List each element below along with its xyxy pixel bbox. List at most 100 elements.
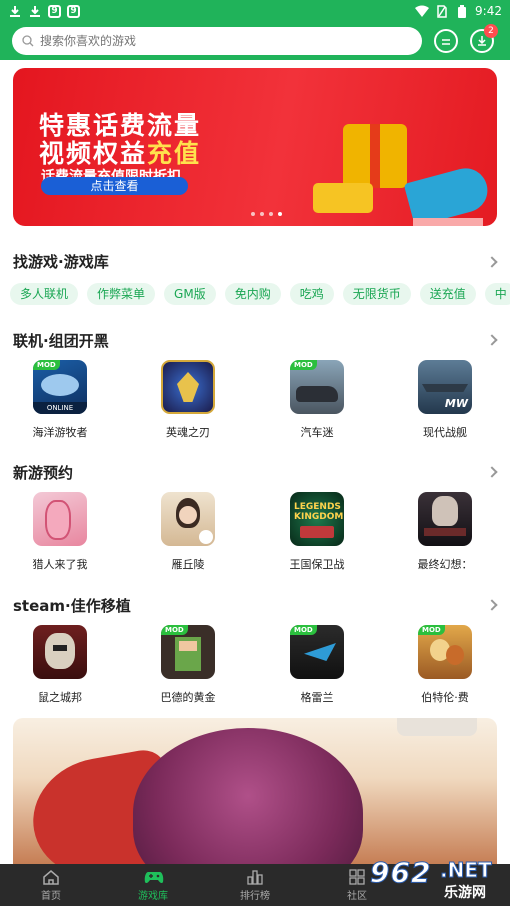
app-name: 伯特伦·费	[421, 691, 469, 704]
category-tags: 多人联机 作弊菜单 GM版 免内购 吃鸡 无限货币 送充值 中	[10, 283, 510, 305]
download-badge: 2	[484, 24, 498, 38]
app-item[interactable]: 英魂之刃	[143, 360, 233, 440]
banner-subheadline: 视频权益充值	[39, 134, 201, 170]
app-name: 最终幻想：	[417, 558, 473, 571]
section-title-upcoming[interactable]: 新游预约	[13, 462, 73, 483]
download-manager-button[interactable]: 2	[470, 24, 498, 53]
mod-badge: MOD	[33, 360, 60, 370]
hero-blade-icon	[161, 360, 215, 414]
battery-icon	[455, 4, 469, 18]
app-item[interactable]: 猎人来了我	[15, 492, 105, 572]
mod-badge: MOD	[290, 360, 317, 370]
gift-box-image	[313, 183, 373, 213]
chevron-right-icon[interactable]	[486, 334, 498, 346]
tag[interactable]: 作弊菜单	[87, 283, 156, 305]
app-item[interactable]: 最终幻想：	[400, 492, 490, 572]
app-item[interactable]: MW 现代战舰	[400, 360, 490, 440]
app-item[interactable]: MOD 伯特伦·费	[400, 625, 490, 705]
tag[interactable]: 免内购	[224, 283, 281, 305]
tag[interactable]: 吃鸡	[289, 283, 334, 305]
stage-image	[413, 218, 483, 226]
car-fan-icon: MOD	[290, 360, 344, 414]
app-row-steam: 鼠之城邦 MOD 巴德的黄金 MOD 格雷兰 MOD 伯特伦·费	[0, 625, 510, 715]
nav-label: 社区	[347, 890, 367, 902]
top-bar: 9 9 9:42 搜索你喜欢的游戏 2	[0, 0, 510, 60]
app-row-multiplayer: MOD ONLINE 海洋游牧者 英魂之刃 MOD 汽车迷 MW 现代战舰	[0, 360, 510, 450]
banner-cta-button[interactable]: 点击查看	[41, 177, 188, 195]
nav-game-library[interactable]: 游戏库	[102, 864, 204, 906]
app-name: 猎人来了我	[32, 558, 88, 571]
app-item[interactable]: MOD ONLINE 海洋游牧者	[15, 360, 105, 440]
banner-pagination	[251, 212, 282, 216]
message-button[interactable]	[434, 29, 458, 53]
app-name: 汽车迷	[300, 426, 334, 439]
pagination-dot[interactable]	[251, 212, 255, 216]
promo-banner[interactable]: 特惠话费流量 视频权益充值 话费流量充值限时折扣 点击查看	[13, 68, 497, 226]
pagination-dot[interactable]	[269, 212, 273, 216]
greyland-icon: MOD	[290, 625, 344, 679]
section-title-multiplayer[interactable]: 联机·组团开黑	[13, 330, 109, 351]
banner-subheadline-highlight: 充值	[147, 139, 202, 168]
download-icon	[8, 4, 22, 18]
final-fantasy-icon	[418, 492, 472, 546]
header: 2	[0, 22, 510, 60]
search-input[interactable]	[40, 34, 412, 48]
app-name: 格雷兰	[300, 691, 334, 704]
mod-badge: MOD	[290, 625, 317, 635]
pagination-dot-active[interactable]	[278, 212, 282, 216]
watermark-number: 962	[369, 856, 432, 890]
hunter-icon	[33, 492, 87, 546]
mod-badge: MOD	[161, 625, 188, 635]
bertram-icon: MOD	[418, 625, 472, 679]
kingdom-rush-icon: LEGENDS KINGDOM	[290, 492, 344, 546]
tag[interactable]: 多人联机	[10, 283, 79, 305]
tag[interactable]: 中	[484, 283, 510, 305]
app-name: 英魂之刃	[166, 426, 210, 439]
section-title-categories[interactable]: 找游戏·游戏库	[13, 251, 109, 272]
nav-label: 游戏库	[138, 890, 168, 902]
app-item[interactable]: LEGENDS KINGDOM 王国保卫战	[272, 492, 362, 572]
megaphone-image	[403, 163, 493, 226]
nav-ranking[interactable]: 排行榜	[204, 864, 306, 906]
app-name: 王国保卫战	[289, 558, 345, 571]
chevron-right-icon[interactable]	[486, 256, 498, 268]
app-9-icon: 9	[67, 4, 80, 18]
banner-subheadline-prefix: 视频权益	[39, 139, 148, 168]
wifi-icon	[415, 4, 430, 18]
app-item[interactable]: MOD 汽车迷	[272, 360, 362, 440]
featured-game-banner[interactable]	[13, 718, 497, 868]
app-9-icon: 9	[48, 4, 61, 18]
goose-hill-icon	[161, 492, 215, 546]
download-icon	[28, 4, 42, 18]
section-title-steam[interactable]: steam·佳作移植	[13, 595, 131, 616]
tag[interactable]: 送充值	[419, 283, 476, 305]
app-item[interactable]: MOD 格雷兰	[272, 625, 362, 705]
search-icon	[22, 32, 34, 51]
pagination-dot[interactable]	[260, 212, 264, 216]
status-bar: 9 9 9:42	[0, 0, 510, 22]
ocean-nomad-icon: MOD ONLINE	[33, 360, 87, 414]
watermark-suffix: .NET	[440, 858, 493, 883]
app-name: 海洋游牧者	[32, 426, 88, 439]
game-logo-image	[397, 718, 477, 736]
rat-city-icon	[33, 625, 87, 679]
creature-art	[133, 728, 363, 868]
app-item[interactable]: 鼠之城邦	[15, 625, 105, 705]
no-sim-icon	[435, 4, 449, 18]
chevron-right-icon[interactable]	[486, 599, 498, 611]
tag[interactable]: 无限货币	[342, 283, 411, 305]
app-name: 鼠之城邦	[38, 691, 82, 704]
nav-label: 首页	[41, 890, 61, 902]
chevron-right-icon[interactable]	[486, 466, 498, 478]
search-bar[interactable]	[12, 27, 422, 55]
app-name: 雁丘陵	[171, 558, 205, 571]
app-item[interactable]: 雁丘陵	[143, 492, 233, 572]
app-name: 巴德的黄金	[160, 691, 216, 704]
nav-home[interactable]: 首页	[0, 864, 102, 906]
app-item[interactable]: MOD 巴德的黄金	[143, 625, 233, 705]
gamepad-icon	[144, 869, 164, 885]
app-row-upcoming: 猎人来了我 雁丘陵 LEGENDS KINGDOM 王国保卫战 最终幻想：	[0, 492, 510, 582]
tag[interactable]: GM版	[164, 283, 216, 305]
watermark-site-name: 乐游网	[444, 885, 486, 901]
bard-gold-icon: MOD	[161, 625, 215, 679]
